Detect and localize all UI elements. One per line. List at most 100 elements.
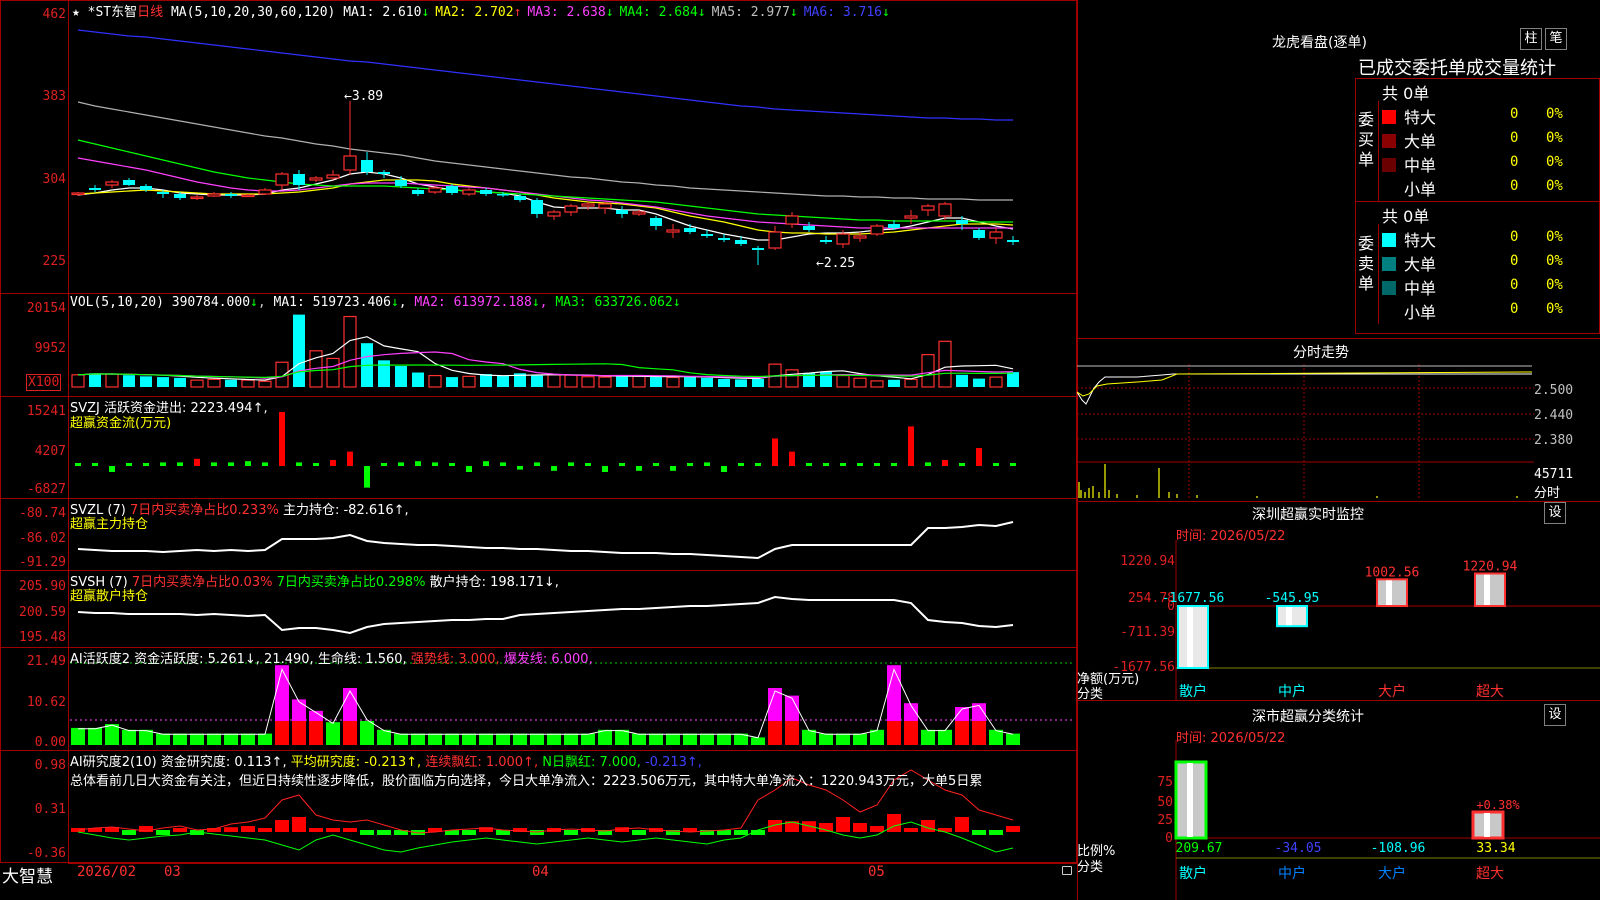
volume-bar: [258, 380, 272, 388]
monitor-value-label: 1220.94: [1463, 560, 1518, 575]
fund-flow-bar: [925, 462, 931, 466]
bar-mode-button[interactable]: 柱: [1520, 28, 1542, 50]
fund-flow-bar: [483, 461, 489, 466]
order-row-小单: 小单: [1382, 299, 1436, 323]
fund-flow-bar: [976, 448, 982, 466]
activity-bar: [88, 727, 102, 745]
svsh-y-label: 195.48: [19, 630, 66, 645]
candle: [395, 180, 407, 186]
fund-flow-bar: [245, 461, 251, 466]
research-bar: [904, 828, 918, 832]
volume-bar: [497, 375, 509, 387]
monitor-bar-highlight: [1286, 607, 1292, 626]
sell-total: 共 0单: [1382, 207, 1430, 226]
volume-bar: [462, 375, 476, 388]
candle: [973, 230, 985, 238]
order-stats-tabs[interactable]: 已成交委托单成交量统计: [1358, 54, 1600, 80]
order-percent: 0%: [1546, 154, 1563, 170]
order-stats-divider: [1355, 201, 1600, 202]
monitor-value-label: -1677.56: [1162, 591, 1225, 606]
volume-bar: [343, 315, 357, 388]
low-price-marker: ←2.25: [816, 256, 856, 271]
class-category: 中户: [1278, 865, 1306, 882]
activity-bar-top: [275, 665, 289, 721]
svsh-y-label: 200.59: [19, 605, 66, 620]
period-label[interactable]: 日线: [137, 5, 163, 20]
star-icon[interactable]: ★: [72, 5, 80, 20]
intraday-y-label: 2.500: [1534, 383, 1574, 398]
activity-bar: [241, 733, 255, 745]
activity-bar-top: [292, 699, 306, 721]
class-settings-button[interactable]: 设: [1544, 704, 1566, 726]
volume-header: VOL(5,10,20) 390784.000↓, MA1: 519723.40…: [70, 295, 681, 310]
class-category: 散户: [1179, 865, 1207, 882]
order-row-中单: 中单: [1382, 152, 1436, 176]
activity-bar: [394, 733, 408, 745]
class-bar-highlight: [1484, 813, 1490, 837]
color-swatch-icon: [1382, 305, 1396, 319]
candle: [632, 211, 646, 215]
research-bar: [972, 830, 986, 835]
monitor-category: 超大: [1476, 684, 1504, 700]
color-swatch-icon: [1382, 158, 1396, 172]
color-swatch-icon: [1382, 257, 1396, 271]
candle: [71, 192, 85, 196]
price-y-label: 462: [42, 7, 66, 22]
activity-bar: [428, 733, 442, 745]
order-percent: 0%: [1546, 253, 1563, 269]
candle: [275, 173, 289, 186]
fund-flow-bar: [313, 463, 319, 466]
intraday-chart[interactable]: [1077, 362, 1534, 500]
ai-research-y-label: -0.36: [26, 846, 66, 861]
monitor-settings-button[interactable]: 设: [1544, 502, 1566, 524]
color-swatch-icon: [1382, 281, 1396, 295]
volume-bar: [888, 379, 900, 387]
research-bar: [462, 830, 476, 835]
candle: [921, 205, 935, 211]
fund-flow-bar: [517, 466, 523, 470]
x-axis-label: 2026/02: [77, 864, 137, 880]
fund-flow-bar: [398, 462, 404, 466]
candle: [752, 248, 764, 250]
activity-bar: [853, 733, 867, 745]
activity-bar: [819, 733, 833, 745]
fund-flow-bar: [551, 466, 557, 471]
class-y-tick: 0: [1165, 831, 1173, 846]
ai-research-summary: 总体看前几日大资金有关注，但近日持续性逐步降低，股价面临方向选择，今日大单净流入…: [70, 774, 983, 789]
research-bar: [989, 830, 1003, 835]
fund-flow-bar: [738, 463, 744, 466]
lock-icon[interactable]: [1062, 866, 1072, 875]
main-indicator-header: ★ *ST东智日线 MA(5,10,20,30,60,120) MA1: 2.6…: [72, 1, 896, 20]
class-value-label: 33.34: [1476, 841, 1515, 856]
research-bar: [836, 817, 850, 832]
activity-bar: [122, 729, 136, 745]
candle: [598, 203, 612, 209]
fund-flow-bar: [415, 461, 421, 466]
svsh-y-label: 205.90: [19, 579, 66, 594]
pen-mode-button[interactable]: 笔: [1545, 28, 1567, 50]
volume-bar: [836, 374, 850, 388]
volume-bar: [701, 377, 713, 387]
color-swatch-icon: [1382, 233, 1396, 247]
candle: [684, 228, 696, 232]
research-bar: [309, 828, 323, 832]
ma-legend-item: MA4: 2.684↓: [619, 5, 706, 20]
class-bar-highlight: [1187, 763, 1193, 837]
candle: [820, 240, 832, 242]
research-bar: [870, 826, 884, 832]
activity-bar: [156, 733, 170, 745]
candle: [309, 177, 323, 181]
activity-bar: [496, 733, 510, 745]
class-y-tick: 75: [1157, 775, 1173, 790]
research-bar: [326, 828, 340, 832]
volume-bar: [785, 369, 799, 388]
research-bar: [275, 820, 289, 832]
fund-flow-bar: [619, 463, 625, 466]
class-y-tick: 50: [1157, 795, 1173, 810]
ai-research-y-label: 0.31: [34, 802, 66, 817]
activity-bar: [921, 729, 935, 745]
fund-flow-bar: [347, 451, 353, 466]
ma-legend-item: MA3: 2.638↓: [527, 5, 614, 20]
order-percent: 0%: [1546, 301, 1563, 317]
kline-chart-canvas[interactable]: [0, 0, 1077, 880]
